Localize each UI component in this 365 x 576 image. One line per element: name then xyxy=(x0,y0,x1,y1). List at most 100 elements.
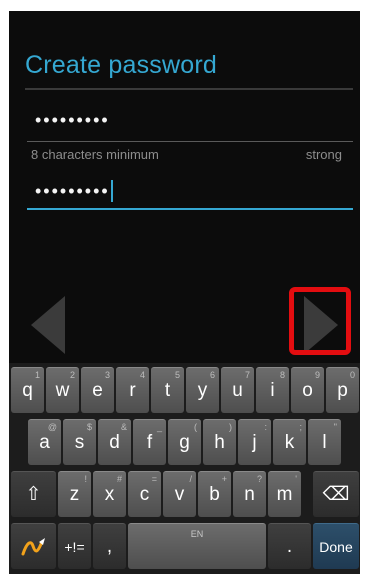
password-field[interactable]: ••••••••• xyxy=(35,110,110,131)
key-m[interactable]: m ' xyxy=(268,471,301,517)
key-label: f xyxy=(146,431,153,453)
key-y[interactable]: y6 xyxy=(186,367,219,413)
key-label: a xyxy=(39,431,50,453)
key-sub: = xyxy=(151,474,157,484)
key-sub: 0 xyxy=(349,370,355,380)
language-label: EN xyxy=(190,529,204,539)
key-label: y xyxy=(197,379,208,401)
back-arrow-icon[interactable] xyxy=(31,296,65,354)
title-divider xyxy=(25,88,353,90)
key-label: o xyxy=(302,379,313,401)
key-label: q xyxy=(22,379,33,401)
key-c[interactable]: c = xyxy=(128,471,161,517)
key-f[interactable]: f _ xyxy=(133,419,166,465)
key-sub: ; xyxy=(299,422,302,432)
key-label: n xyxy=(244,483,255,505)
key-k[interactable]: k; xyxy=(273,419,306,465)
key-j[interactable]: j: xyxy=(238,419,271,465)
key-label: e xyxy=(92,379,103,401)
key-x[interactable]: x # xyxy=(93,471,126,517)
key-label: b xyxy=(209,483,220,505)
key-sub: # xyxy=(116,474,122,484)
key-sub: 3 xyxy=(104,370,110,380)
key-p[interactable]: p0 xyxy=(326,367,359,413)
key-n[interactable]: n? xyxy=(233,471,266,517)
key-sub: + xyxy=(221,474,227,484)
period-label: . xyxy=(286,535,293,557)
key-e[interactable]: e3 xyxy=(81,367,114,413)
key-label: v xyxy=(174,483,185,505)
key-sub: ! xyxy=(84,474,87,484)
keyboard: q1 w2 e3 r4 t5 y6 u7 i8 o9 p0 a @ s $ d & f… xyxy=(9,363,360,574)
key-i[interactable]: i8 xyxy=(256,367,289,413)
handwriting-key[interactable] xyxy=(11,523,56,569)
key-label: m xyxy=(276,483,293,505)
key-sub: 7 xyxy=(244,370,250,380)
key-sub: ' xyxy=(295,474,297,484)
done-label: Done xyxy=(319,538,353,555)
key-sub: $ xyxy=(86,422,92,432)
key-sub: & xyxy=(120,422,127,432)
backspace-icon: ⌫ xyxy=(322,484,350,505)
key-sub: " xyxy=(333,422,337,432)
key-sub: 1 xyxy=(34,370,40,380)
key-sub: 2 xyxy=(69,370,75,380)
key-label: l xyxy=(322,431,327,453)
key-sub: @ xyxy=(47,422,57,432)
password-field-underline xyxy=(27,141,353,142)
key-sub: _ xyxy=(156,422,162,432)
period-key[interactable]: . xyxy=(268,523,311,569)
key-label: j xyxy=(252,431,257,453)
password-hint: 8 characters minimum xyxy=(31,147,159,162)
key-label: r xyxy=(129,379,136,401)
key-label: u xyxy=(232,379,243,401)
key-label: z xyxy=(69,483,80,505)
key-t[interactable]: t5 xyxy=(151,367,184,413)
key-sub: : xyxy=(264,422,267,432)
shift-key[interactable]: ⇧ xyxy=(11,471,56,517)
key-sub: ? xyxy=(256,474,262,484)
key-g[interactable]: g( xyxy=(168,419,201,465)
key-u[interactable]: u7 xyxy=(221,367,254,413)
key-sub: 5 xyxy=(174,370,180,380)
key-z[interactable]: z! xyxy=(58,471,91,517)
text-cursor xyxy=(110,180,113,202)
password-strength: strong xyxy=(305,147,342,162)
key-label: k xyxy=(284,431,295,453)
comma-label: , xyxy=(106,535,113,557)
symbols-label: +!= xyxy=(64,538,85,555)
key-b[interactable]: b + xyxy=(198,471,231,517)
next-highlight-box xyxy=(289,287,351,355)
key-sub: 9 xyxy=(314,370,320,380)
key-label: i xyxy=(270,379,275,401)
key-sub: ( xyxy=(194,422,197,432)
key-a[interactable]: a @ xyxy=(28,419,61,465)
confirm-password-value: ••••••••• xyxy=(35,180,110,201)
space-key[interactable]: EN xyxy=(128,523,266,569)
key-r[interactable]: r4 xyxy=(116,367,149,413)
key-h[interactable]: h) xyxy=(203,419,236,465)
key-label: c xyxy=(139,483,150,505)
key-sub: 6 xyxy=(209,370,215,380)
key-q[interactable]: q1 xyxy=(11,367,44,413)
key-v[interactable]: v / xyxy=(163,471,196,517)
key-label: d xyxy=(109,431,120,453)
symbols-key[interactable]: +!= xyxy=(58,523,91,569)
key-d[interactable]: d & xyxy=(98,419,131,465)
key-sub: / xyxy=(189,474,192,484)
key-s[interactable]: s $ xyxy=(63,419,96,465)
key-label: w xyxy=(55,379,70,401)
key-label: s xyxy=(74,431,85,453)
confirm-field-underline xyxy=(27,208,353,210)
screen: Create password ••••••••• 8 characters m… xyxy=(9,11,360,574)
key-o[interactable]: o9 xyxy=(291,367,324,413)
key-label: t xyxy=(164,379,171,401)
page-title: Create password xyxy=(25,51,217,79)
confirm-password-field[interactable]: ••••••••• xyxy=(35,180,113,202)
comma-key[interactable]: , xyxy=(93,523,126,569)
backspace-key[interactable]: ⌫ xyxy=(313,471,359,517)
key-l[interactable]: l " xyxy=(308,419,341,465)
key-w[interactable]: w2 xyxy=(46,367,79,413)
done-button[interactable]: Done xyxy=(313,523,359,569)
key-label: x xyxy=(104,483,115,505)
